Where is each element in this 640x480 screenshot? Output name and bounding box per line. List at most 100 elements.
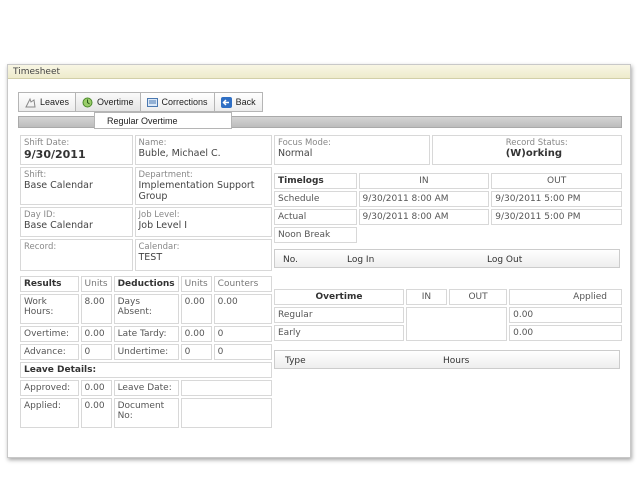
overtime-header: Overtime (274, 289, 404, 305)
document-no-value (180, 398, 272, 428)
calendar-label: Calendar: (138, 242, 180, 252)
back-label: Back (235, 97, 256, 107)
units-header: Units (80, 276, 112, 292)
day-id-label: Day ID: (24, 210, 56, 220)
log-in-column: Log In (347, 255, 375, 265)
days-absent-units: 0.00 (180, 294, 212, 324)
actual-in: 9/30/2011 8:00 AM (358, 209, 490, 225)
calendar-cell: Calendar: TEST (134, 239, 272, 271)
overtime-button[interactable]: Overtime (75, 92, 141, 112)
shift-date-label: Shift Date: (24, 138, 70, 148)
shift-date-cell: Shift Date: 9/30/2011 (20, 135, 133, 165)
early-applied: 0.00 (509, 325, 622, 341)
advance-units: 0 (80, 344, 112, 360)
overtime-label: Overtime (97, 97, 134, 107)
counters-header: Counters (213, 276, 272, 292)
work-hours-units: 8.00 (80, 294, 112, 324)
back-button[interactable]: Back (213, 92, 263, 112)
schedule-out: 9/30/2011 5:00 PM (491, 191, 622, 207)
timelogs-table: Timelogs IN OUT Schedule 9/30/2011 8:00 … (272, 171, 624, 245)
shift-cell: Shift: Base Calendar (20, 167, 133, 205)
overtime-units: 0.00 (80, 326, 112, 342)
timelogs-out-header: OUT (491, 173, 622, 189)
job-level-value: Job Level I (138, 220, 188, 231)
leaves-icon (25, 97, 36, 108)
schedule-label: Schedule (274, 191, 357, 207)
corrections-label: Corrections (161, 97, 208, 107)
leave-date-label: Leave Date: (113, 380, 179, 396)
record-status-cell: Record Status: (W)orking (431, 135, 622, 165)
record-status-value: (W)orking (505, 148, 563, 159)
shift-value: Base Calendar (24, 180, 93, 191)
type-column: Type (285, 356, 306, 366)
employee-info: Shift Date: 9/30/2011 Name: Buble, Micha… (18, 133, 274, 273)
document-no-label: Document No: (113, 398, 179, 428)
corrections-icon (146, 97, 158, 108)
type-hours-header: Type Hours (274, 350, 620, 369)
timelogs-in-header: IN (358, 173, 490, 189)
regular-label: Regular (274, 307, 404, 323)
approved-label: Approved: (20, 380, 79, 396)
late-tardy-label: Late Tardy: (113, 326, 179, 342)
applied-value: 0.00 (80, 398, 112, 428)
focus-mode-value: Normal (278, 148, 313, 159)
record-cell: Record: (20, 239, 133, 271)
regular-overtime-option[interactable]: Regular Overtime (107, 116, 178, 126)
leave-details-header: Leave Details: (20, 362, 272, 378)
early-label: Early (274, 325, 404, 341)
overtime-applied-header: Applied (509, 289, 622, 305)
overtime-in-header: IN (405, 289, 447, 305)
results-table: Results Units Deductions Units Counters … (18, 274, 274, 430)
name-cell: Name: Buble, Michael C. (134, 135, 272, 165)
leaves-label: Leaves (40, 97, 70, 107)
hours-column: Hours (443, 356, 470, 366)
overtime-in-out-cell (405, 307, 508, 341)
record-status-label: Record Status: (505, 138, 568, 148)
department-label: Department: (138, 170, 193, 180)
log-list-header: No. Log In Log Out (274, 249, 620, 268)
corrections-button[interactable]: Corrections (139, 92, 215, 112)
department-cell: Department: Implementation Support Group (134, 167, 272, 205)
undertime-units: 0 (180, 344, 212, 360)
focus-mode-cell: Focus Mode: Normal (274, 135, 430, 165)
undertime-counters: 0 (213, 344, 272, 360)
deductions-header: Deductions (113, 276, 179, 292)
undertime-label: Undertime: (113, 344, 179, 360)
overtime-out-header: OUT (448, 289, 508, 305)
name-value: Buble, Michael C. (138, 148, 221, 159)
deduction-units-header: Units (180, 276, 212, 292)
shift-date-value: 9/30/2011 (24, 148, 86, 161)
regular-applied: 0.00 (509, 307, 622, 323)
overtime-table: Overtime IN OUT Applied Regular 0.00 Ear… (272, 287, 624, 343)
approved-value: 0.00 (80, 380, 112, 396)
applied-label: Applied: (20, 398, 79, 428)
overtime-icon (82, 97, 93, 108)
log-out-column: Log Out (487, 255, 523, 265)
days-absent-label: Days Absent: (113, 294, 179, 324)
advance-label: Advance: (20, 344, 79, 360)
record-label: Record: (24, 242, 57, 252)
overtime-dropdown-menu[interactable]: Regular Overtime (94, 112, 232, 129)
department-value: Implementation Support Group (138, 180, 255, 202)
job-level-label: Job Level: (138, 210, 180, 220)
log-no-column: No. (283, 255, 298, 265)
leave-date-value (180, 380, 272, 396)
leaves-button[interactable]: Leaves (18, 92, 77, 112)
shift-label: Shift: (24, 170, 47, 180)
schedule-in: 9/30/2011 8:00 AM (358, 191, 490, 207)
actual-out: 9/30/2011 5:00 PM (491, 209, 622, 225)
work-hours-label: Work Hours: (20, 294, 79, 324)
late-tardy-units: 0.00 (180, 326, 212, 342)
calendar-value: TEST (138, 252, 163, 263)
window-title: Timesheet (8, 65, 630, 79)
focus-mode-label: Focus Mode: (278, 138, 332, 148)
days-absent-counters: 0.00 (213, 294, 272, 324)
job-level-cell: Job Level: Job Level I (134, 207, 272, 237)
day-id-cell: Day ID: Base Calendar (20, 207, 133, 237)
toolbar: Leaves Overtime Corrections Back (18, 92, 263, 112)
timelogs-header: Timelogs (274, 173, 357, 189)
focus-status: Focus Mode: Normal Record Status: (W)ork… (272, 133, 624, 167)
noon-break-label: Noon Break (274, 227, 357, 243)
actual-label: Actual (274, 209, 357, 225)
name-label: Name: (138, 138, 167, 148)
